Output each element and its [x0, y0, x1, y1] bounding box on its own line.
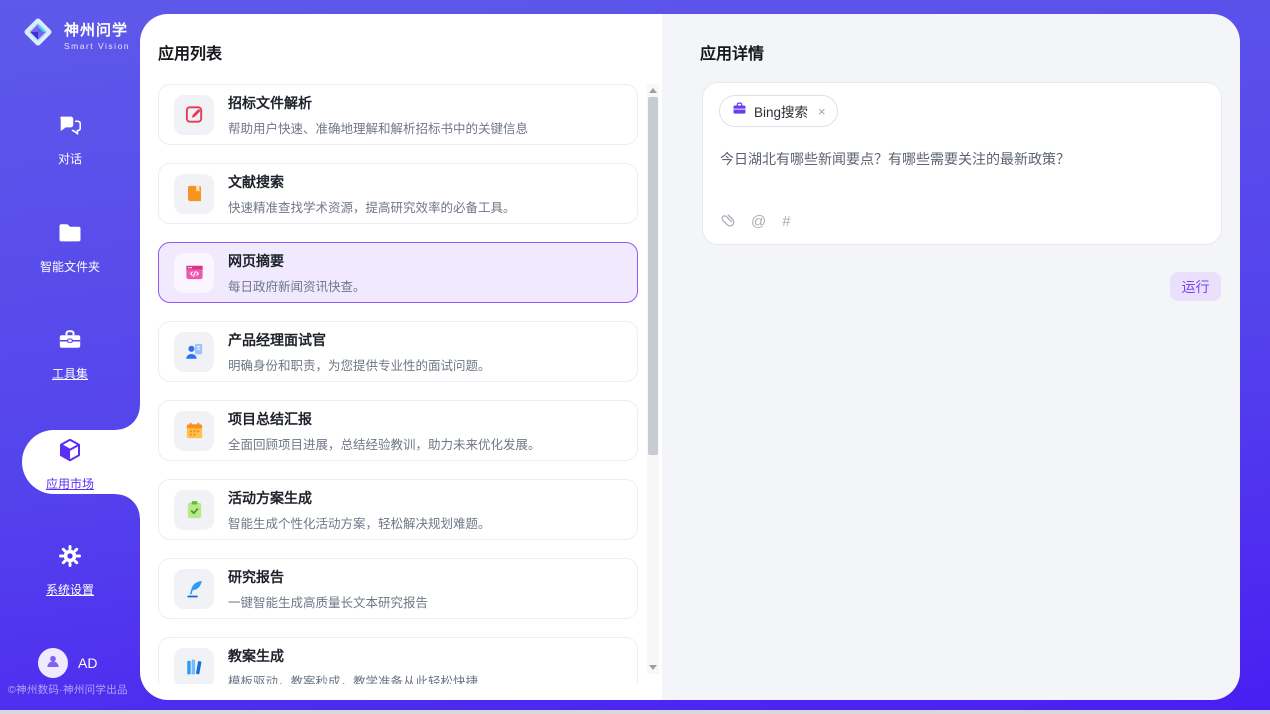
sidebar-item-label: 对话 — [0, 150, 140, 167]
scroll-down-icon[interactable] — [647, 661, 659, 674]
app-card-bid-doc-analysis[interactable]: 招标文件解析 帮助用户快速、准确地理解和解析招标书中的关键信息 — [158, 84, 638, 145]
folder-icon — [57, 233, 83, 250]
app-card-lesson-plan[interactable]: 教案生成 模板驱动，教案秒成，教学准备从此轻松快捷 — [158, 637, 638, 684]
app-card-desc: 每日政府新闻资讯快查。 — [228, 276, 366, 295]
app-card-title: 教案生成 — [228, 646, 478, 666]
app-card-desc: 智能生成个性化活动方案，轻松解决规划难题。 — [228, 513, 491, 532]
paperclip-icon[interactable] — [720, 210, 735, 232]
app-card-desc: 模板驱动，教案秒成，教学准备从此轻松快捷 — [228, 671, 478, 685]
app-card-web-summary[interactable]: 网页摘要 每日政府新闻资讯快查。 — [158, 242, 638, 303]
books-icon — [174, 648, 214, 685]
app-detail-title: 应用详情 — [700, 40, 764, 64]
sidebar-item-label: 应用市场 — [0, 475, 140, 492]
brand-logo: 神州问学 Smart Vision — [20, 14, 130, 55]
brand-name: 神州问学 — [64, 22, 128, 39]
app-card-desc: 全面回顾项目进展，总结经验教训，助力未来优化发展。 — [228, 434, 541, 453]
app-card-literature-search[interactable]: 文献搜索 快速精准查找学术资源，提高研究效率的必备工具。 — [158, 163, 638, 224]
toolbox-icon — [57, 340, 83, 357]
app-shell: 神州问学 Smart Vision 对话 智能文件夹 — [0, 0, 1270, 710]
list-scrollbar[interactable] — [647, 84, 659, 674]
user-name: AD — [78, 655, 97, 671]
doc-edit-icon — [174, 95, 214, 135]
app-card-title: 招标文件解析 — [228, 93, 528, 113]
app-list-panel: 应用列表 招标文件解析 帮助用户快速、准确地理解和解析招标书中的关键信息 — [140, 14, 662, 700]
topic-icon[interactable]: # — [782, 213, 790, 230]
sidebar-item-label: 工具集 — [0, 365, 140, 382]
sidebar-item-label: 系统设置 — [0, 581, 140, 598]
tool-chip-bing-search[interactable]: Bing搜索 × — [719, 95, 838, 127]
interviewer-icon — [174, 332, 214, 372]
app-card-desc: 帮助用户快速、准确地理解和解析招标书中的关键信息 — [228, 118, 528, 137]
sidebar-item-smart-folder[interactable]: 智能文件夹 — [0, 220, 140, 275]
scrollbar-thumb[interactable] — [648, 97, 658, 455]
sidebar-item-chat[interactable]: 对话 — [0, 112, 140, 167]
gem-diamond-icon — [20, 14, 56, 55]
person-icon — [44, 652, 62, 675]
sidebar: 神州问学 Smart Vision 对话 智能文件夹 — [0, 0, 140, 710]
main-content: 应用列表 招标文件解析 帮助用户快速、准确地理解和解析招标书中的关键信息 — [140, 14, 1240, 700]
book-icon — [174, 174, 214, 214]
briefcase-icon — [732, 101, 747, 121]
brand-subtitle: Smart Vision — [64, 41, 130, 51]
app-card-desc: 快速精准查找学术资源，提高研究效率的必备工具。 — [228, 197, 516, 216]
scroll-up-icon[interactable] — [647, 84, 659, 97]
app-card-project-summary[interactable]: 项目总结汇报 全面回顾项目进展，总结经验教训，助力未来优化发展。 — [158, 400, 638, 461]
calendar-icon — [174, 411, 214, 451]
app-card-title: 研究报告 — [228, 567, 428, 587]
app-card-title: 产品经理面试官 — [228, 330, 491, 350]
sidebar-item-app-market[interactable]: 应用市场 — [0, 437, 140, 492]
app-card-title: 活动方案生成 — [228, 488, 491, 508]
sidebar-item-label: 智能文件夹 — [0, 258, 140, 275]
app-card-title: 网页摘要 — [228, 251, 366, 271]
sidebar-item-toolset[interactable]: 工具集 — [0, 327, 140, 382]
app-detail-panel: 应用详情 Bing搜索 × 今日湖北有哪些新闻要点？有哪些需要关注的最新政策？ — [662, 14, 1240, 700]
quill-icon — [174, 569, 214, 609]
app-card-list: 招标文件解析 帮助用户快速、准确地理解和解析招标书中的关键信息 文献搜索 快速精… — [158, 84, 638, 684]
user-account[interactable]: AD — [38, 648, 97, 678]
gear-icon — [57, 556, 83, 573]
brand-text: 神州问学 Smart Vision — [64, 19, 130, 51]
cube-icon — [57, 450, 83, 467]
tool-chip-label: Bing搜索 — [754, 101, 808, 121]
chat-icon — [57, 125, 83, 142]
app-card-title: 文献搜索 — [228, 172, 516, 192]
app-card-pm-interviewer[interactable]: 产品经理面试官 明确身份和职责，为您提供专业性的面试问题。 — [158, 321, 638, 382]
app-card-title: 项目总结汇报 — [228, 409, 541, 429]
app-card-desc: 明确身份和职责，为您提供专业性的面试问题。 — [228, 355, 491, 374]
app-card-event-plan[interactable]: 活动方案生成 智能生成个性化活动方案，轻松解决规划难题。 — [158, 479, 638, 540]
copyright-footer: ©神州数码·神州问学出品 — [8, 682, 140, 697]
app-card-desc: 一键智能生成高质量长文本研究报告 — [228, 592, 428, 611]
browser-code-icon — [174, 253, 214, 293]
prompt-input[interactable]: 今日湖北有哪些新闻要点？有哪些需要关注的最新政策？ — [720, 149, 1205, 170]
prompt-card: Bing搜索 × 今日湖北有哪些新闻要点？有哪些需要关注的最新政策？ @ # — [702, 82, 1222, 245]
run-button[interactable]: 运行 — [1170, 272, 1221, 301]
close-icon[interactable]: × — [818, 105, 826, 118]
clipboard-check-icon — [174, 490, 214, 530]
sidebar-item-settings[interactable]: 系统设置 — [0, 543, 140, 598]
app-card-research-report[interactable]: 研究报告 一键智能生成高质量长文本研究报告 — [158, 558, 638, 619]
prompt-toolbar: @ # — [720, 210, 791, 232]
avatar — [38, 648, 68, 678]
mention-icon[interactable]: @ — [751, 213, 766, 230]
app-list-title: 应用列表 — [158, 40, 222, 64]
